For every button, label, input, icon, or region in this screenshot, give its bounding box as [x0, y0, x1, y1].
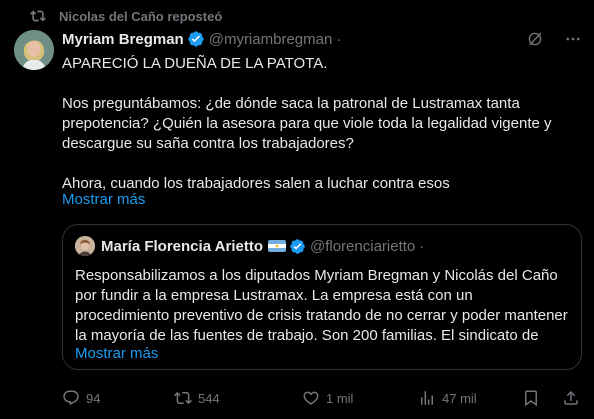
- show-more-link[interactable]: Mostrar más: [62, 190, 145, 210]
- quote-avatar: [75, 236, 95, 256]
- reply-count: 94: [86, 390, 101, 406]
- bookmark-icon: [525, 390, 537, 407]
- like-icon: [303, 391, 319, 405]
- separator-dot: ·: [336, 30, 342, 48]
- quoted-tweet[interactable]: María Florencia Arietto @florenciarietto…: [62, 224, 582, 370]
- author-name[interactable]: Myriam Bregman: [62, 31, 184, 48]
- action-bar: 94 544 1 mil 47 mil: [62, 388, 582, 408]
- bookmark-button[interactable]: [522, 388, 540, 408]
- grok-icon[interactable]: [526, 30, 544, 48]
- repost-icon: [30, 10, 46, 22]
- repost-count: 544: [198, 390, 220, 406]
- views-button[interactable]: 47 mil: [418, 388, 477, 408]
- more-icon[interactable]: [564, 30, 582, 48]
- argentina-flag-icon: [267, 240, 286, 252]
- repost-indicator[interactable]: Nicolas del Caño reposteó: [30, 6, 222, 26]
- author-handle[interactable]: @myriambregman: [209, 31, 333, 48]
- verified-badge-icon: [290, 238, 305, 254]
- quote-author-handle[interactable]: @florenciarietto: [310, 238, 415, 255]
- share-icon: [564, 390, 578, 405]
- reply-icon: [63, 390, 79, 406]
- separator-dot: ·: [419, 237, 425, 255]
- tweet-text: APARECIÓ LA DUEÑA DE LA PATOTA. Nos preg…: [62, 55, 552, 192]
- quote-show-more-link[interactable]: Mostrar más: [75, 344, 158, 364]
- reply-button[interactable]: 94: [62, 388, 100, 408]
- quote-header: María Florencia Arietto @florenciarietto…: [75, 236, 424, 256]
- views-count: 47 mil: [442, 390, 477, 406]
- avatar[interactable]: [14, 30, 54, 70]
- tweet-header: Myriam Bregman @myriambregman ·: [62, 28, 582, 50]
- repost-button[interactable]: 544: [174, 388, 220, 408]
- like-button[interactable]: 1 mil: [302, 388, 353, 408]
- repost-icon: [174, 391, 192, 405]
- verified-badge-icon: [188, 31, 204, 47]
- quote-author-name[interactable]: María Florencia Arietto: [101, 238, 263, 255]
- views-icon: [421, 391, 433, 405]
- share-button[interactable]: [562, 388, 580, 408]
- like-count: 1 mil: [326, 390, 354, 406]
- repost-text: Nicolas del Caño reposteó: [59, 8, 223, 24]
- quote-text: Responsabilizamos a los diputados Myriam…: [75, 267, 568, 344]
